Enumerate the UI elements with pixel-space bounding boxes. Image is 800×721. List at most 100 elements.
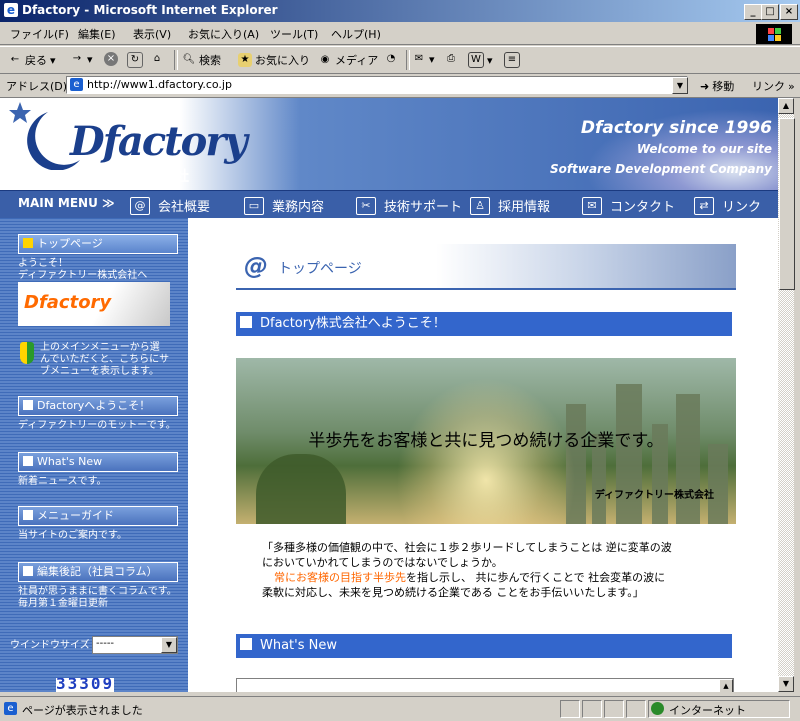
square-bullet-icon	[240, 316, 252, 328]
intro-line: 柔軟に対応し、未来を見つめ続ける企業である ことをお手伝いいたします。」	[262, 586, 644, 599]
sidebar-guide-button[interactable]: メニューガイド	[18, 506, 178, 526]
sidebar-label: Dfactoryへようこそ！	[37, 399, 151, 412]
sidebar-help-text: んでいただくと、こちらにサ	[40, 354, 170, 365]
left-sidebar: トップページ ようこそ！ ディファクトリー株式会社へ Dfactory 上のメイ…	[0, 218, 188, 692]
menu-bar: ファイル(F) 編集(E) 表示(V) お気に入り(A) ツール(T) ヘルプ(…	[0, 22, 800, 45]
nav-business[interactable]: ▭ 業務内容	[244, 196, 324, 215]
forward-arrow-icon: →	[72, 53, 82, 64]
history-button[interactable]: ◔	[384, 52, 398, 66]
beginner-mark-icon	[20, 342, 34, 364]
computer-icon: ▭	[244, 196, 264, 215]
favorites-button[interactable]: ★ お気に入り	[238, 52, 310, 68]
refresh-button[interactable]: ↻	[127, 52, 143, 68]
stop-button[interactable]: ×	[104, 52, 118, 66]
since-text: Dfactory since 1996	[580, 118, 772, 138]
discuss-button[interactable]: ≡	[504, 52, 520, 68]
tree-decoration	[256, 454, 346, 524]
print-button[interactable]: ⎙	[444, 52, 458, 66]
intro-paragraph: 「多種多様の価値観の中で、社会に１歩２歩リードしてしまうことは 逆に変革の波 に…	[262, 540, 742, 600]
history-icon: ◔	[386, 53, 396, 64]
sidebar-top-page-button[interactable]: トップページ	[18, 234, 178, 254]
search-icon: 🔍︎	[182, 54, 196, 65]
site-logo[interactable]: Dfactory	[70, 118, 248, 165]
nav-company[interactable]: @ 会社概要	[130, 196, 210, 215]
main-menu-bar: MAIN MENU ≫ @ 会社概要 ▭ 業務内容 ✂ 技術サポート ♙ 採用情報 ✉ コ…	[0, 190, 778, 220]
window-title: Dfactory - Microsoft Internet Explorer	[22, 3, 278, 17]
page-title-banner: @ トップページ	[236, 244, 736, 290]
back-label: 戻る	[25, 54, 47, 67]
play-icon	[23, 456, 33, 466]
edit-button[interactable]: W ▾	[468, 52, 493, 68]
hero-message: 半歩先をお客様と共に見つめ続ける企業です。	[308, 431, 664, 451]
menu-favorites[interactable]: お気に入り(A)	[188, 26, 259, 42]
nav-recruit[interactable]: ♙ 採用情報	[470, 196, 550, 215]
toolbar-separator	[406, 50, 410, 70]
minimize-button[interactable]: _	[744, 4, 762, 20]
link-icon: ⇄	[694, 196, 714, 215]
forward-button[interactable]: → ▾	[70, 52, 93, 66]
status-pane	[626, 700, 646, 718]
title-bar: e Dfactory - Microsoft Internet Explorer…	[0, 0, 800, 22]
menu-edit[interactable]: 編集(E)	[78, 26, 116, 42]
scroll-up-button[interactable]: ▲	[778, 98, 794, 114]
sidebar-text: ディファクトリーのモットーです。	[18, 420, 176, 431]
status-text: ページが表示されました	[22, 704, 143, 717]
mail-button[interactable]: ✉ ▾	[412, 52, 435, 66]
menu-file[interactable]: ファイル(F)	[10, 26, 69, 42]
sidebar-text: ようこそ！	[18, 258, 68, 269]
nav-label: 技術サポート	[384, 200, 463, 215]
sidebar-welcome-button[interactable]: Dfactoryへようこそ！	[18, 396, 178, 416]
site-header: Dfactory ディファクトリー株式会社 Dfactory since 199…	[0, 98, 778, 190]
dropdown-arrow-icon: ▾	[87, 52, 93, 66]
main-content: @ トップページ Dfactory株式会社へようこそ！ 半歩先をお客様と共に見つ…	[188, 218, 778, 692]
company-name: ディファクトリー株式会社	[22, 169, 190, 185]
nav-contact[interactable]: ✉ コンタクト	[582, 196, 675, 215]
sidebar-label: メニューガイド	[37, 509, 114, 522]
sidebar-column-button[interactable]: 編集後記（社員コラム）	[18, 562, 178, 582]
nav-label: 採用情報	[498, 200, 551, 215]
dropdown-arrow-icon: ▾	[487, 53, 493, 67]
search-button[interactable]: 🔍︎ 検索	[182, 52, 221, 68]
building-decoration	[708, 444, 728, 524]
sidebar-text: ディファクトリー株式会社へ	[18, 270, 148, 281]
sidebar-text: 毎月第１金曜日更新	[18, 598, 108, 609]
favorites-folder-icon: ★	[238, 53, 252, 67]
scrollbar-thumb[interactable]	[779, 118, 795, 290]
links-button[interactable]: リンク »	[752, 78, 795, 94]
home-button[interactable]: ⌂	[150, 52, 164, 66]
sidebar-whatsnew-button[interactable]: What's New	[18, 452, 178, 472]
scroll-up-icon[interactable]: ▲	[719, 679, 733, 692]
maximize-button[interactable]: □	[761, 4, 779, 20]
media-button[interactable]: ◉ メディア	[318, 52, 379, 68]
nav-links[interactable]: ⇄ リンク	[694, 196, 761, 215]
status-pane	[560, 700, 580, 718]
go-button[interactable]: ➜ 移動	[700, 78, 734, 94]
media-label: メディア	[335, 54, 379, 67]
address-url: http://www1.dfactory.co.jp	[87, 78, 232, 91]
address-input[interactable]: e http://www1.dfactory.co.jp	[66, 76, 688, 94]
sidebar-text: 当サイトのご案内です。	[18, 530, 127, 541]
hero-image: 半歩先をお客様と共に見つめ続ける企業です。 ディファクトリー株式会社	[236, 358, 736, 524]
sidebar-text: 社員が思うままに書くコラムです。	[18, 586, 177, 597]
chevron-right-icon: »	[788, 79, 795, 93]
menu-help[interactable]: ヘルプ(H)	[331, 26, 381, 42]
intro-line: 「多種多様の価値観の中で、社会に１歩２歩リードしてしまうことは 逆に変革の波	[262, 541, 672, 554]
nav-support[interactable]: ✂ 技術サポート	[356, 196, 462, 215]
close-button[interactable]: ×	[780, 4, 798, 20]
section-title: Dfactory株式会社へようこそ！	[260, 316, 446, 331]
window-size-select[interactable]: ----- ▼	[92, 636, 178, 654]
window-size-label: ウインドウサイズ	[10, 640, 90, 651]
whatsnew-section-bar: What's New	[236, 634, 732, 658]
go-arrow-icon: ➜	[700, 79, 710, 93]
square-bullet-icon	[240, 638, 252, 650]
address-dropdown-button[interactable]: ▼	[672, 77, 688, 94]
back-button[interactable]: ← 戻る ▾	[8, 52, 56, 68]
standard-toolbar: ← 戻る ▾ → ▾ × ↻ ⌂ 🔍︎ 検索 ★ お気に入り ◉ メディア ◔ ✉…	[0, 46, 800, 74]
news-frame[interactable]: ▲	[236, 678, 734, 692]
home-icon: ⌂	[153, 53, 161, 64]
scroll-down-button[interactable]: ▼	[778, 676, 794, 692]
page-icon: e	[70, 78, 83, 91]
menu-tools[interactable]: ツール(T)	[270, 26, 318, 42]
menu-view[interactable]: 表示(V)	[133, 26, 171, 42]
intro-line: においていかれてしまうのではないでしょうか。	[262, 556, 503, 569]
